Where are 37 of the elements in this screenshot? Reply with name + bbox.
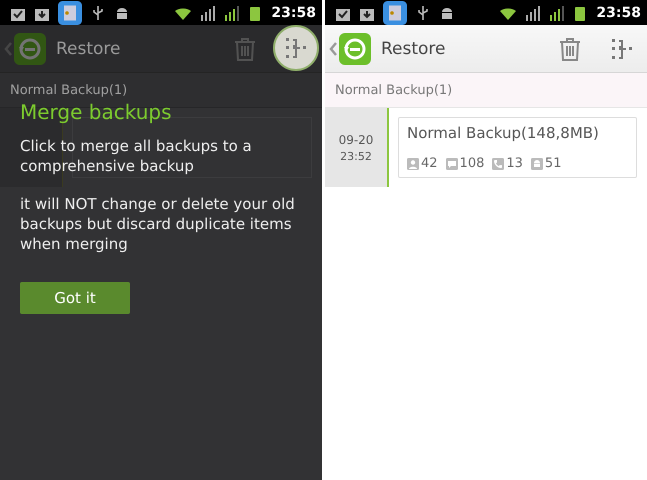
signal-icon	[548, 4, 564, 20]
safe-app-icon	[58, 0, 82, 24]
signal-icon	[199, 4, 216, 20]
back-button[interactable]	[4, 32, 46, 64]
backup-date: 09-20	[338, 132, 374, 146]
merge-icon	[284, 36, 308, 60]
item-count: 42	[421, 156, 438, 171]
screen-title: Restore	[381, 38, 447, 58]
usb-icon	[415, 4, 431, 20]
item-count: 108	[460, 156, 484, 171]
android-icon	[530, 158, 543, 170]
signal-icon	[223, 4, 240, 20]
trash-icon	[234, 36, 256, 60]
clock: 23:58	[271, 4, 316, 20]
chat-bubble-icon	[446, 158, 458, 170]
signal-icon	[524, 4, 540, 20]
backup-time: 23:52	[340, 150, 372, 162]
restore-logo-icon	[339, 32, 371, 64]
screen-title: Restore	[56, 38, 122, 58]
restore-logo-icon	[14, 32, 46, 64]
back-button[interactable]	[329, 32, 371, 64]
usb-icon	[90, 4, 106, 20]
tip-text: it will NOT change or delete your old backups but discard duplicate items when merging	[20, 194, 296, 254]
trash-icon	[559, 36, 581, 60]
chevron-icon	[4, 42, 12, 56]
item-count: 13	[506, 156, 523, 171]
person-icon	[407, 158, 419, 170]
chevron-icon	[329, 42, 337, 56]
backup-title: Normal Backup(148,8MB)	[407, 124, 600, 142]
item-count: 51	[544, 156, 562, 171]
merge-icon	[610, 36, 634, 60]
clock: 23:58	[596, 4, 641, 20]
backup-card[interactable]: Normal Backup(148,8MB) 42 108 13 51	[398, 117, 637, 178]
got-it-button[interactable]: Got it	[20, 282, 130, 314]
phone-icon	[492, 158, 504, 170]
section-header: Normal Backup(1)	[325, 73, 647, 108]
tip-text: Click to merge all backups to a comprehensive backup	[20, 136, 253, 176]
